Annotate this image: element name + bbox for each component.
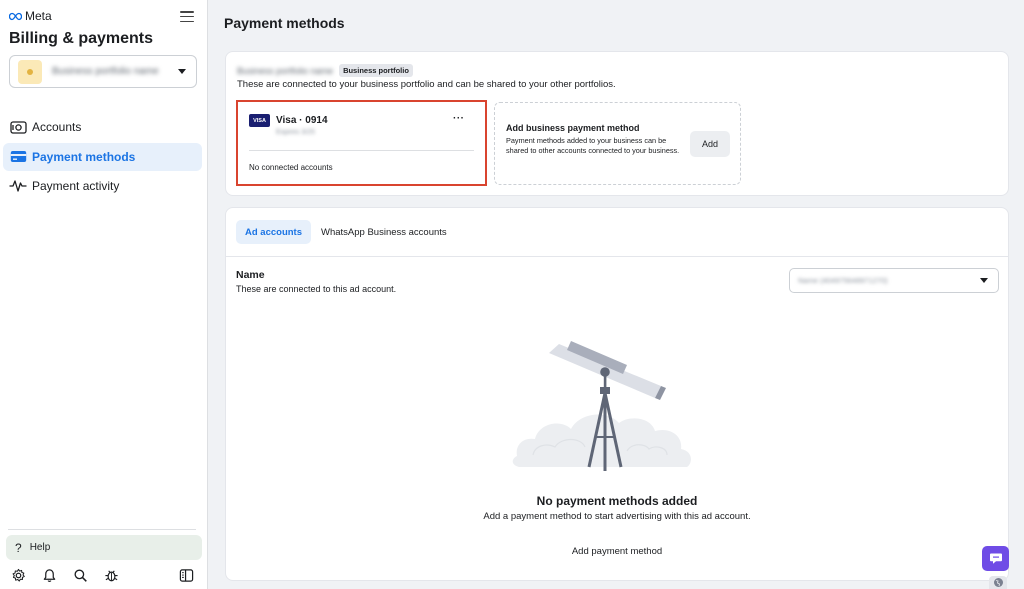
sidebar-item-label: Payment activity <box>32 179 120 193</box>
chat-bubble-icon <box>989 553 1002 564</box>
panel-toggle-icon[interactable] <box>179 568 194 583</box>
page-title: Payment methods <box>224 15 345 31</box>
payment-method-expiry: Expires 3/25 <box>276 129 315 136</box>
tab-whatsapp-business-accounts[interactable]: WhatsApp Business accounts <box>312 220 456 244</box>
meta-logo[interactable]: Meta <box>9 9 52 23</box>
help-label: Help <box>29 542 51 553</box>
business-portfolio-badge: Business portfolio <box>339 64 413 77</box>
sidebar-item-label: Payment methods <box>32 149 136 164</box>
gear-icon[interactable] <box>11 568 26 583</box>
search-icon[interactable] <box>73 568 88 583</box>
add-payment-description: Payment methods added to your business c… <box>506 136 680 155</box>
portfolio-selector-name: Business portfolio name <box>52 66 159 77</box>
portfolio-avatar <box>18 59 42 84</box>
sidebar-toolbar <box>11 568 197 584</box>
question-mark-icon: ? <box>15 540 22 555</box>
meta-infinity-icon <box>9 12 22 20</box>
portfolio-name: Business portfolio name <box>237 65 334 76</box>
accounts-icon <box>9 119 27 135</box>
add-payment-method-link[interactable]: Add payment method <box>226 546 1008 557</box>
ad-accounts-card: Ad accounts WhatsApp Business accounts N… <box>225 207 1009 581</box>
tab-ad-accounts[interactable]: Ad accounts <box>236 220 312 244</box>
payment-method-divider <box>249 150 474 151</box>
sidebar-nav: Accounts Payment methods Payment activit… <box>3 113 202 202</box>
name-heading: Name <box>236 269 265 281</box>
empty-state-title: No payment methods added <box>536 494 698 508</box>
ad-account-selector[interactable]: Name (404975648971270) <box>789 268 999 293</box>
portfolio-description: These are connected to your business por… <box>237 79 616 90</box>
more-options-button[interactable]: ··· <box>453 113 465 124</box>
sidebar-item-accounts[interactable]: Accounts <box>3 113 202 141</box>
add-button[interactable]: Add <box>690 131 730 157</box>
hamburger-menu-icon[interactable] <box>180 11 194 23</box>
activity-icon <box>9 178 27 194</box>
brand-name: Meta <box>25 9 52 23</box>
bug-icon[interactable] <box>104 568 119 583</box>
name-description: These are connected to this ad account. <box>236 284 397 294</box>
telescope-illustration <box>512 341 691 471</box>
sidebar-item-payment-activity[interactable]: Payment activity <box>3 172 202 200</box>
add-payment-title: Add business payment method <box>506 123 640 133</box>
visa-logo: VISA <box>249 114 270 127</box>
add-business-payment-method-card: Add business payment method Payment meth… <box>494 102 741 185</box>
sidebar-item-payment-methods[interactable]: Payment methods <box>3 142 202 171</box>
business-payment-methods-card: Business portfolio name Business portfol… <box>225 51 1009 196</box>
payment-method-card[interactable]: VISA Visa · 0914 Expires 3/25 ··· No con… <box>236 100 487 186</box>
portfolio-header: Business portfolio name Business portfol… <box>237 64 413 77</box>
globe-icon[interactable] <box>989 576 1007 589</box>
selected-ad-account: Name (404975648971270) <box>798 276 888 285</box>
empty-state-description: Add a payment method to start advertisin… <box>483 511 751 522</box>
connected-accounts-status: No connected accounts <box>249 163 333 172</box>
help-button[interactable]: ? Help <box>6 535 202 560</box>
business-portfolio-selector[interactable]: Business portfolio name <box>9 55 197 88</box>
tab-divider <box>226 256 1008 257</box>
chevron-down-icon <box>178 69 186 74</box>
sidebar: Meta Billing & payments Business portfol… <box>0 0 208 589</box>
credit-card-icon <box>9 149 27 165</box>
app-title: Billing & payments <box>9 30 154 47</box>
sidebar-item-label: Accounts <box>32 120 82 134</box>
payment-method-label: Visa · 0914 <box>276 115 328 126</box>
chat-support-button[interactable] <box>982 546 1009 571</box>
bell-icon[interactable] <box>42 568 57 583</box>
chevron-down-icon <box>980 278 988 283</box>
sidebar-divider <box>8 529 196 530</box>
